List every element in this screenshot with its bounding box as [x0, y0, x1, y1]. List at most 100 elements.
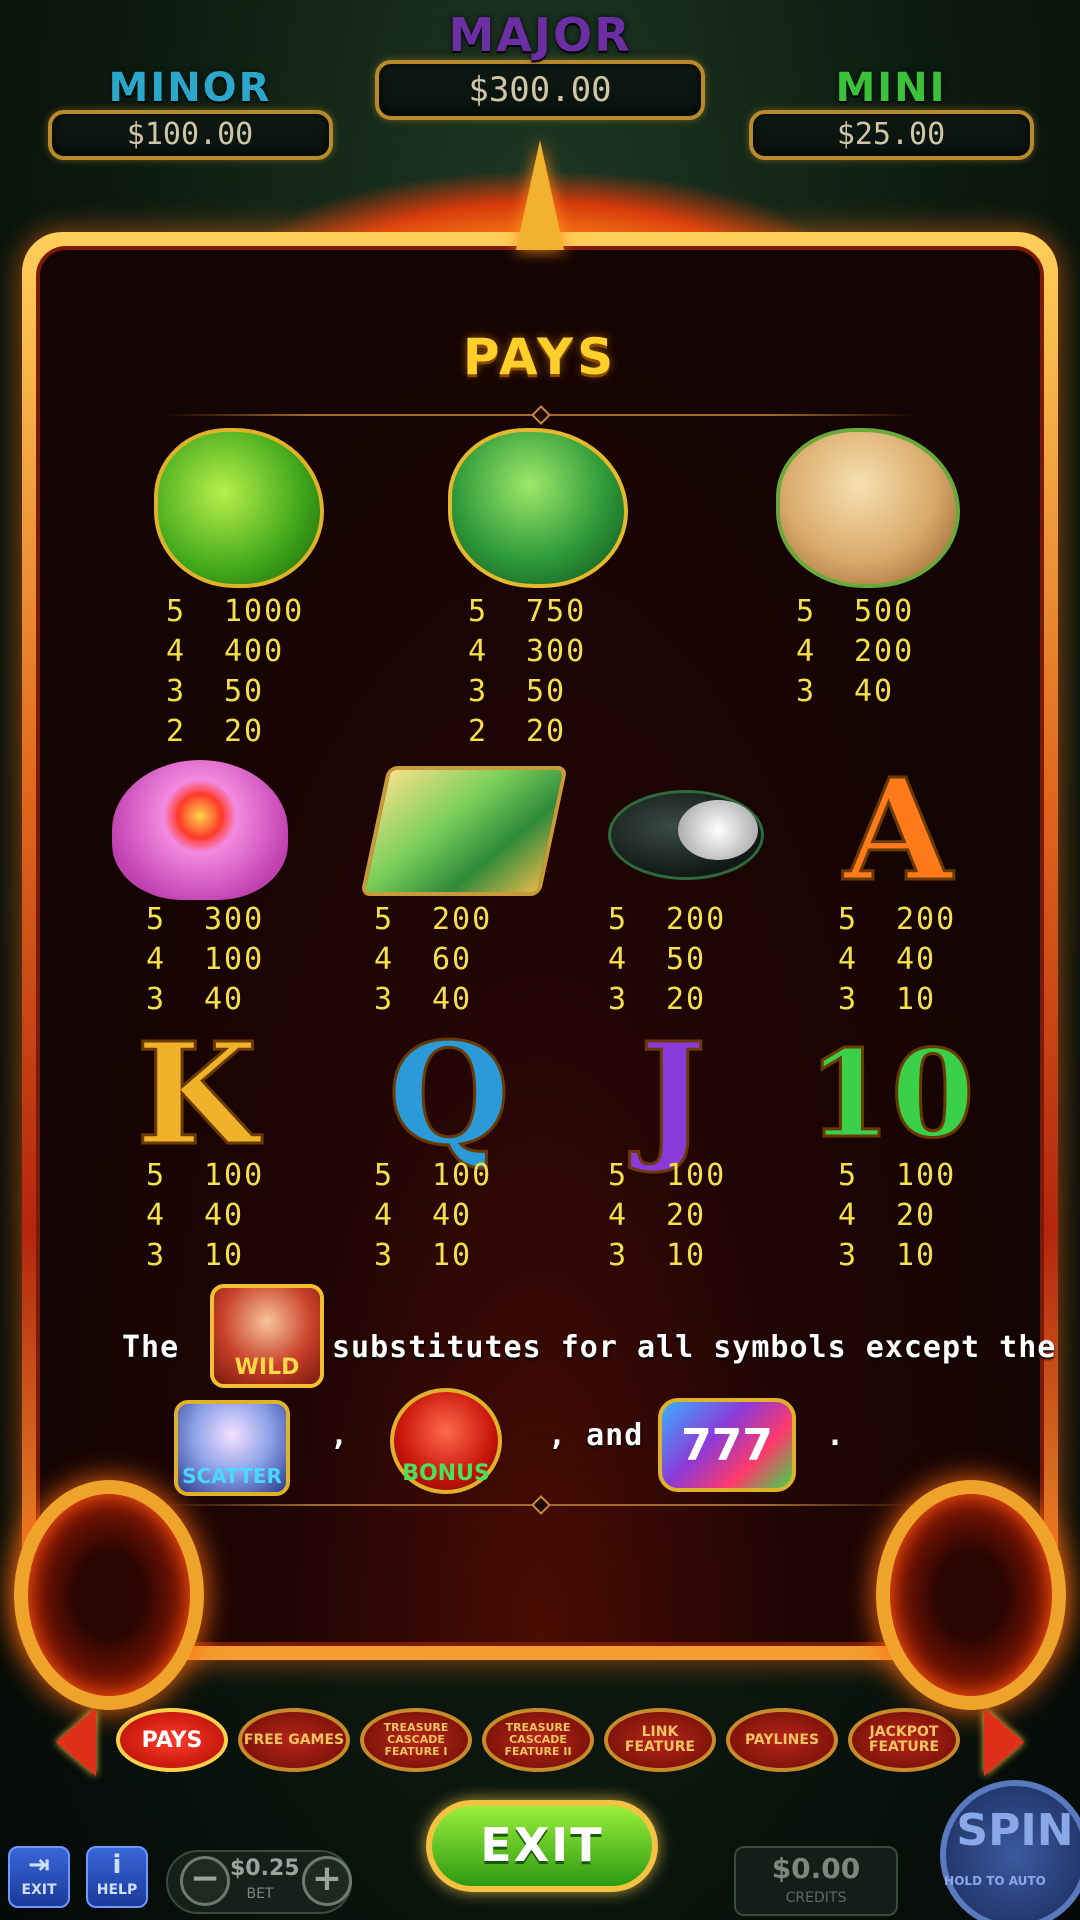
paytable-entries: 5 100 4 20 3 10 [838, 1156, 956, 1276]
info-icon: i [112, 1850, 122, 1880]
pay-amount: 40 [896, 942, 937, 977]
spin-button[interactable]: SPIN HOLD TO AUTO [940, 1780, 1080, 1920]
pay-amount: 10 [896, 1238, 937, 1273]
spin-hint: HOLD TO AUTO [944, 1874, 1046, 1888]
wild-label: WILD [234, 1355, 300, 1380]
pay-amount: 200 [432, 902, 493, 937]
paytable-entries: 5 500 4 200 3 40 [796, 592, 914, 712]
pay-amount: 100 [666, 1158, 727, 1193]
tab-treasure-cascade-feature-2[interactable]: TREASURE CASCADE FEATURE II [482, 1708, 594, 1772]
pay-row: 3 50 [468, 672, 586, 712]
help-button[interactable]: i HELP [86, 1846, 148, 1908]
pay-count: 4 [166, 634, 187, 669]
tab-free-games[interactable]: FREE GAMES [238, 1708, 350, 1772]
pay-amount: 200 [896, 902, 957, 937]
exit-small-button[interactable]: ⇥ EXIT [8, 1846, 70, 1908]
paytable-entries: 5 750 4 300 3 50 2 20 [468, 592, 586, 752]
pay-amount: 1000 [224, 594, 305, 629]
pay-amount: 100 [204, 942, 265, 977]
pay-amount: 100 [204, 1158, 265, 1193]
pay-row: 4 40 [374, 1196, 492, 1236]
jackpot-major-label: MAJOR [448, 8, 632, 62]
spire-ornament-icon [516, 140, 564, 250]
pay-count: 3 [374, 1238, 395, 1273]
bet-label: BET [246, 1886, 274, 1902]
pay-amount: 40 [432, 982, 473, 1017]
bet-decrease-button[interactable]: − [180, 1856, 230, 1906]
rule-text-and: , and [548, 1418, 644, 1453]
exit-button[interactable]: EXIT [426, 1800, 658, 1892]
pay-row: 3 10 [146, 1236, 264, 1276]
lotus-flower-icon [112, 760, 288, 900]
help-tabs: PAYS FREE GAMES TREASURE CASCADE FEATURE… [0, 1700, 1080, 1780]
pay-count: 4 [374, 942, 395, 977]
tab-treasure-cascade-feature-1[interactable]: TREASURE CASCADE FEATURE I [360, 1708, 472, 1772]
wild-symbol-icon: WILD [210, 1284, 324, 1388]
pay-count: 4 [146, 942, 167, 977]
pay-row: 2 20 [166, 712, 304, 752]
next-page-arrow-icon[interactable] [984, 1708, 1024, 1776]
pay-count: 4 [838, 942, 859, 977]
pay-amount: 200 [854, 634, 915, 669]
pay-row: 4 40 [146, 1196, 264, 1236]
pay-count: 5 [608, 902, 629, 937]
pay-amount: 10 [432, 1238, 473, 1273]
pay-amount: 50 [666, 942, 707, 977]
pay-row: 5 100 [608, 1156, 726, 1196]
pay-row: 4 300 [468, 632, 586, 672]
pay-row: 4 60 [374, 940, 492, 980]
jackpot-mini: MINI $25.00 [746, 66, 1036, 160]
pay-row: 4 200 [796, 632, 914, 672]
pay-row: 4 400 [166, 632, 304, 672]
tab-link-feature[interactable]: LINK FEATURE [604, 1708, 716, 1772]
pay-count: 4 [838, 1198, 859, 1233]
previous-page-arrow-icon[interactable] [56, 1708, 96, 1776]
pay-row: 5 750 [468, 592, 586, 632]
pay-row: 4 20 [838, 1196, 956, 1236]
pay-amount: 50 [526, 674, 567, 709]
pay-count: 5 [796, 594, 817, 629]
pay-row: 4 100 [146, 940, 264, 980]
tab-pays[interactable]: PAYS [116, 1708, 228, 1772]
pay-row: 2 20 [468, 712, 586, 752]
pay-amount: 40 [432, 1198, 473, 1233]
pay-amount: 40 [854, 674, 895, 709]
bonus-symbol-icon: BONUS [390, 1388, 502, 1494]
pay-amount: 10 [896, 982, 937, 1017]
pay-amount: 20 [666, 982, 707, 1017]
pay-amount: 300 [526, 634, 587, 669]
exit-small-label: EXIT [21, 1882, 57, 1898]
pay-row: 3 50 [166, 672, 304, 712]
seven-label: 777 [681, 1419, 773, 1471]
bet-increase-button[interactable]: + [302, 1856, 352, 1906]
pay-amount: 750 [526, 594, 587, 629]
pay-row: 5 200 [374, 900, 492, 940]
rule-text-the: The [122, 1330, 180, 1365]
pay-amount: 40 [204, 982, 245, 1017]
pay-row: 5 100 [146, 1156, 264, 1196]
credits-display: $0.00 CREDITS [734, 1846, 898, 1916]
pay-row: 3 10 [374, 1236, 492, 1276]
pay-count: 5 [838, 902, 859, 937]
flame-ring-left-icon [14, 1480, 204, 1710]
pay-row: 4 40 [838, 940, 956, 980]
pay-row: 5 200 [608, 900, 726, 940]
pay-amount: 40 [204, 1198, 245, 1233]
pay-row: 5 500 [796, 592, 914, 632]
jackpot-mini-value: $25.00 [748, 110, 1034, 160]
pay-amount: 500 [854, 594, 915, 629]
pay-amount: 400 [224, 634, 285, 669]
spin-label: SPIN [956, 1805, 1074, 1856]
seven-symbol-icon: 777 [658, 1398, 796, 1492]
jackpot-minor-value: $100.00 [47, 110, 333, 160]
pay-amount: 200 [666, 902, 727, 937]
tab-paylines[interactable]: PAYLINES [726, 1708, 838, 1772]
pay-row: 4 50 [608, 940, 726, 980]
pay-row: 5 300 [146, 900, 264, 940]
pay-count: 3 [608, 1238, 629, 1273]
door-icon: ⇥ [28, 1850, 50, 1880]
pay-row: 5 100 [838, 1156, 956, 1196]
pay-amount: 50 [224, 674, 265, 709]
tab-jackpot-feature[interactable]: JACKPOT FEATURE [848, 1708, 960, 1772]
letter-j-icon: J [638, 1013, 707, 1177]
